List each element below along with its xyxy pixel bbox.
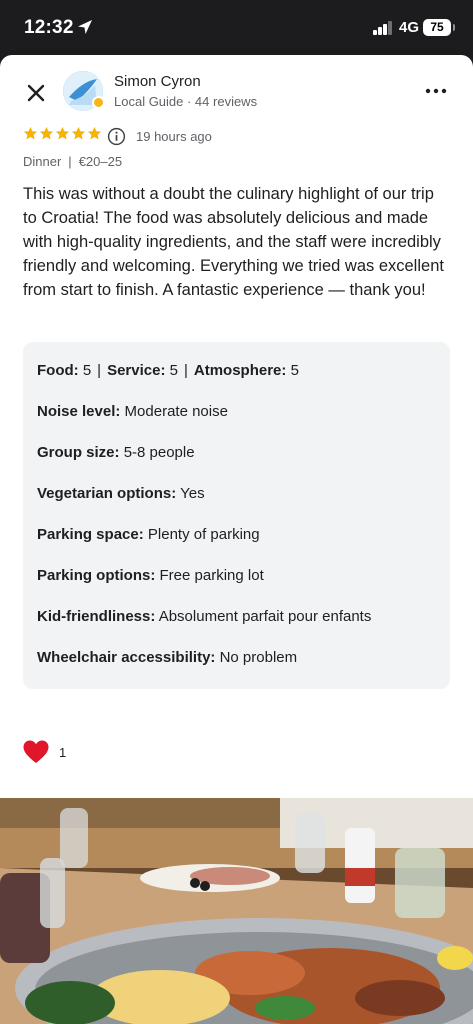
status-bar: 12:32 4G 75	[0, 0, 473, 56]
food-value: 5	[82, 362, 92, 379]
detail-value: Free parking lot	[159, 567, 264, 584]
meal-type: Dinner	[23, 154, 62, 169]
star-icon	[39, 126, 54, 140]
ratings-separator: |	[183, 362, 188, 379]
detail-value: Yes	[180, 485, 205, 502]
detail-group-size: Group size: 5-8 people	[37, 444, 195, 461]
signal-strength-icon	[373, 21, 393, 35]
detail-label: Group size:	[37, 444, 120, 461]
star-icon	[87, 126, 102, 140]
detail-label: Vegetarian options:	[37, 485, 177, 502]
reaction-count: 1	[59, 745, 67, 760]
meal-info: Dinner | €20–25	[23, 154, 122, 169]
detail-value: 5-8 people	[123, 444, 195, 461]
star-rating	[23, 126, 102, 146]
battery-icon: 75	[423, 19, 455, 36]
atmosphere-value: 5	[290, 362, 299, 379]
meal-separator: |	[68, 154, 72, 169]
star-icon	[71, 126, 86, 140]
close-icon[interactable]	[20, 77, 52, 109]
review-details-panel: Food: 5 | Service: 5 | Atmosphere: 5 Noise l…	[23, 342, 450, 689]
review-sheet: Simon Cyron Local Guide · 44 reviews 19 …	[0, 55, 473, 1024]
service-label: Service:	[107, 362, 166, 379]
food-label: Food:	[37, 362, 79, 379]
detail-parking-space: Parking space: Plenty of parking	[37, 526, 260, 543]
star-icon	[55, 126, 70, 140]
detail-value: Plenty of parking	[147, 526, 260, 543]
review-time: 19 hours ago	[136, 129, 212, 144]
star-icon	[23, 126, 38, 140]
detail-label: Kid-friendliness:	[37, 608, 156, 625]
detail-label: Noise level:	[37, 403, 121, 420]
service-value: 5	[169, 362, 178, 379]
location-arrow-icon	[78, 20, 92, 34]
reviewer-meta: Local Guide · 44 reviews	[114, 94, 258, 109]
sub-ratings: Food: 5 | Service: 5 | Atmosphere: 5	[37, 362, 299, 379]
detail-kid-friendliness: Kid-friendliness: Absolument parfait pou…	[37, 608, 371, 625]
detail-value: Absolument parfait pour enfants	[158, 608, 372, 625]
detail-value: Moderate noise	[124, 403, 228, 420]
network-type: 4G	[399, 19, 420, 36]
review-text: This was without a doubt the culinary hi…	[23, 185, 444, 299]
review-photo[interactable]	[0, 798, 473, 1024]
price-range: €20–25	[78, 154, 123, 169]
detail-vegetarian-options: Vegetarian options: Yes	[37, 485, 205, 502]
detail-parking-options: Parking options: Free parking lot	[37, 567, 264, 584]
status-time: 12:32	[24, 17, 74, 38]
food-platter-image	[0, 798, 473, 1024]
detail-wheelchair-accessibility: Wheelchair accessibility: No problem	[37, 649, 297, 666]
heart-icon[interactable]	[22, 739, 50, 765]
detail-label: Parking space:	[37, 526, 144, 543]
detail-label: Parking options:	[37, 567, 156, 584]
detail-value: No problem	[219, 649, 298, 666]
more-options-icon[interactable]	[424, 81, 448, 101]
detail-label: Wheelchair accessibility:	[37, 649, 216, 666]
detail-noise-level: Noise level: Moderate noise	[37, 403, 228, 420]
info-icon[interactable]	[107, 127, 126, 146]
reviewer-name[interactable]: Simon Cyron	[114, 73, 201, 90]
atmosphere-label: Atmosphere:	[193, 362, 287, 379]
local-guide-badge-icon	[92, 96, 105, 109]
ratings-separator: |	[97, 362, 102, 379]
